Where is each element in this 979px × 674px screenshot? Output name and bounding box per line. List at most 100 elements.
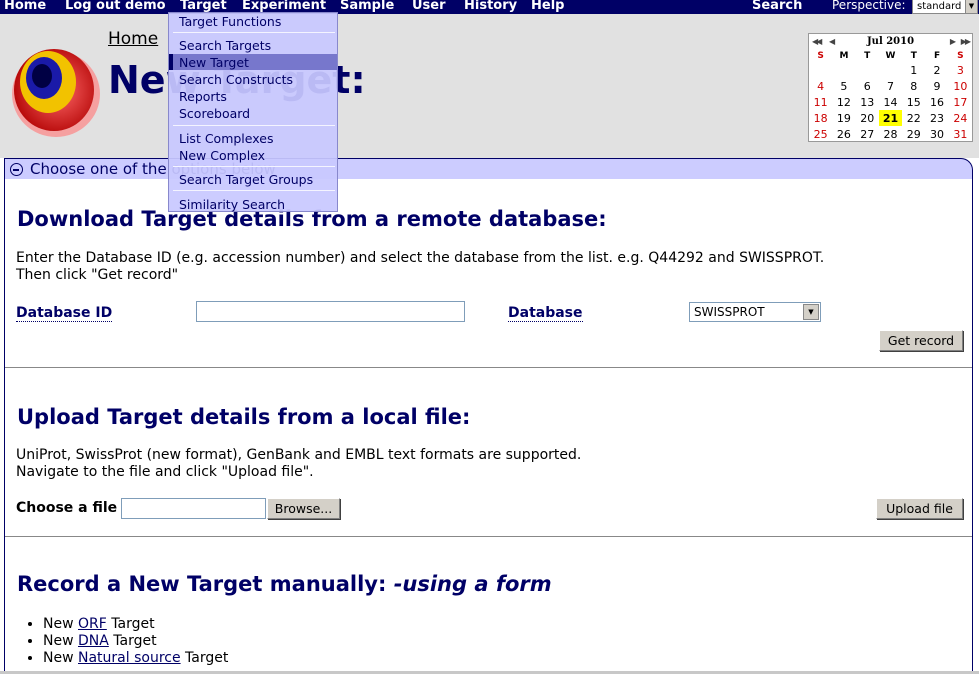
nav-logout[interactable]: Log out demo	[65, 0, 166, 13]
page-header: Home New Target: ◀◀ ◀ Jul 2010 ▶ ▶▶ SMTW…	[0, 14, 979, 158]
remote-desc-line2: Then click "Get record"	[16, 267, 179, 283]
breadcrumb-home[interactable]: Home	[108, 29, 158, 49]
list-item-suffix: Target	[108, 633, 157, 649]
next-month-icon[interactable]: ▶	[950, 34, 956, 49]
menu-item-reports[interactable]: Reports	[179, 89, 227, 104]
menu-item-new-complex[interactable]: New Complex	[179, 148, 265, 163]
menu-item-similarity-search[interactable]: Similarity Search	[179, 197, 285, 212]
calendar-day[interactable]: 10	[949, 78, 972, 94]
calendar-day[interactable]: 13	[856, 94, 879, 110]
nav-sample[interactable]: Sample	[340, 0, 394, 13]
calendar-day[interactable]: 1	[902, 62, 925, 78]
calendar-weekday: T	[910, 50, 917, 61]
section-divider	[5, 536, 972, 537]
calendar-day[interactable]: 7	[879, 78, 902, 94]
calendar-day[interactable]: 17	[949, 94, 972, 110]
upload-section-title: Upload Target details from a local file:	[17, 405, 471, 429]
upload-file-button[interactable]: Upload file	[876, 498, 963, 519]
nav-help[interactable]: Help	[531, 0, 564, 13]
calendar-day[interactable]: 8	[902, 78, 925, 94]
calendar-weekday: S	[817, 50, 824, 61]
menu-item-list-complexes[interactable]: List Complexes	[179, 131, 273, 146]
choose-file-label: Choose a file	[16, 500, 118, 516]
nav-history[interactable]: History	[464, 0, 517, 13]
manual-title-main: Record a New Target manually:	[17, 572, 394, 596]
calendar-day[interactable]: 23	[925, 110, 948, 126]
calendar-day[interactable]: 22	[902, 110, 925, 126]
calendar-day[interactable]: 28	[879, 126, 902, 142]
menu-item-search-targets[interactable]: Search Targets	[179, 38, 271, 53]
calendar-weekday: M	[839, 50, 849, 61]
calendar-day[interactable]: 19	[832, 110, 855, 126]
calendar-day[interactable]: 15	[902, 94, 925, 110]
new-dna-target-link[interactable]: DNA	[78, 633, 109, 649]
calendar-empty-cell	[856, 62, 879, 78]
nav-user[interactable]: User	[412, 0, 446, 13]
new-orf-target-link[interactable]: ORF	[78, 616, 107, 632]
calendar: ◀◀ ◀ Jul 2010 ▶ ▶▶ SMTWTFS 1 2 3 4 5 6 7 8 9 10 11…	[808, 33, 973, 142]
collapse-icon[interactable]	[10, 163, 23, 176]
top-navigation-bar: Home Log out demo Target Experiment Samp…	[0, 0, 979, 14]
main-panel: Download Target details from a remote da…	[4, 179, 973, 674]
calendar-day[interactable]: 6	[856, 78, 879, 94]
menu-separator	[173, 32, 335, 33]
calendar-day[interactable]: 24	[949, 110, 972, 126]
calendar-day[interactable]: 21	[878, 110, 903, 126]
prev-year-icon[interactable]: ◀◀	[812, 34, 822, 49]
next-year-icon[interactable]: ▶▶	[961, 34, 971, 49]
new-natural-source-target-link[interactable]: Natural source	[78, 650, 181, 666]
manual-title-emphasis: -using a form	[393, 572, 552, 596]
calendar-day[interactable]: 12	[832, 94, 855, 110]
dropdown-highlight-bar	[169, 54, 173, 70]
perspective-value: standard	[917, 1, 962, 12]
menu-item-target-functions[interactable]: Target Functions	[179, 14, 281, 29]
calendar-day[interactable]: 31	[949, 126, 972, 142]
calendar-day[interactable]: 27	[856, 126, 879, 142]
perspective-select[interactable]: standard ▼	[912, 0, 978, 14]
list-item-prefix: New	[43, 633, 78, 649]
list-item-prefix: New	[43, 650, 78, 666]
calendar-day[interactable]: 14	[879, 94, 902, 110]
menu-item-search-target-groups[interactable]: Search Target Groups	[179, 172, 313, 187]
calendar-day[interactable]: 26	[832, 126, 855, 142]
database-id-input[interactable]	[196, 301, 465, 322]
calendar-empty-cell	[809, 62, 832, 78]
calendar-weekday: S	[957, 50, 964, 61]
calendar-day[interactable]: 29	[902, 126, 925, 142]
file-path-input[interactable]	[121, 498, 266, 519]
calendar-day[interactable]: 5	[832, 78, 855, 94]
menu-item-search-constructs[interactable]: Search Constructs	[179, 72, 293, 87]
calendar-month-label: Jul 2010	[866, 36, 915, 47]
list-item-suffix: Target	[180, 650, 229, 666]
browse-button[interactable]: Browse...	[267, 498, 340, 519]
calendar-day[interactable]: 18	[809, 110, 832, 126]
chevron-down-icon: ▼	[965, 0, 977, 13]
nav-home[interactable]: Home	[4, 0, 46, 13]
get-record-button[interactable]: Get record	[879, 330, 963, 351]
list-item-suffix: Target	[106, 616, 155, 632]
database-id-label: Database ID	[16, 305, 113, 322]
calendar-weekday: W	[885, 50, 896, 61]
database-select[interactable]: SWISSPROT ▼	[689, 302, 821, 322]
calendar-day[interactable]: 2	[925, 62, 948, 78]
menu-separator	[173, 166, 335, 167]
nav-search[interactable]: Search	[752, 0, 802, 13]
list-item-prefix: New	[43, 616, 78, 632]
menu-item-new-target[interactable]: New Target	[179, 55, 249, 70]
calendar-day[interactable]: 3	[949, 62, 972, 78]
upload-desc-line2: Navigate to the file and click "Upload f…	[16, 464, 314, 480]
calendar-day[interactable]: 11	[809, 94, 832, 110]
calendar-weekday: F	[933, 50, 941, 61]
calendar-day[interactable]: 30	[925, 126, 948, 142]
calendar-day[interactable]: 16	[925, 94, 948, 110]
calendar-day[interactable]: 20	[856, 110, 879, 126]
manual-section-title: Record a New Target manually: -using a f…	[17, 572, 552, 596]
target-dropdown-menu: Target Functions Search Targets New Targ…	[168, 12, 338, 212]
calendar-day[interactable]: 25	[809, 126, 832, 142]
perspective-label: Perspective:	[832, 0, 906, 12]
panel-tab[interactable]: Choose one of the options below	[4, 158, 973, 179]
calendar-day[interactable]: 9	[925, 78, 948, 94]
calendar-day[interactable]: 4	[809, 78, 832, 94]
menu-item-scoreboard[interactable]: Scoreboard	[179, 106, 250, 121]
prev-month-icon[interactable]: ◀	[829, 34, 835, 49]
